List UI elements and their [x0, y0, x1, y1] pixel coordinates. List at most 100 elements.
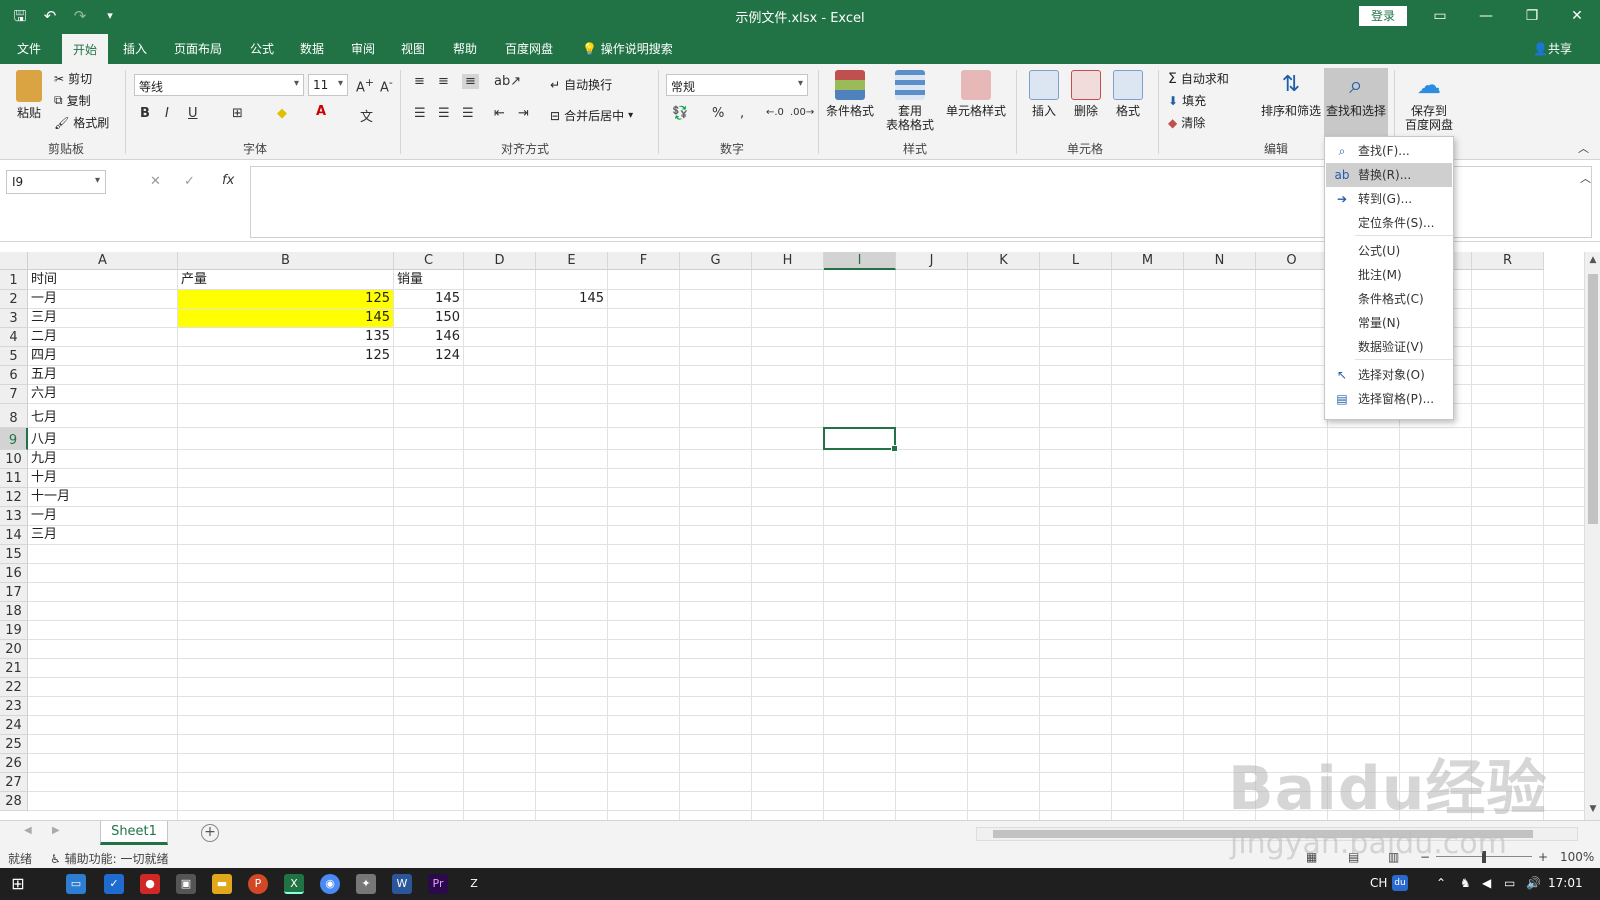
sort-filter-button[interactable]: ⇅ 排序和筛选: [1260, 70, 1322, 118]
merge-center-button[interactable]: ⊟ 合并后居中 ▾: [550, 107, 633, 124]
cell-styles-button[interactable]: 单元格样式: [940, 70, 1012, 118]
row-header-3[interactable]: 3: [0, 309, 28, 328]
font-name-combo[interactable]: 等线: [134, 74, 304, 96]
add-sheet-icon[interactable]: +: [201, 824, 219, 842]
row-header-25[interactable]: 25: [0, 735, 28, 754]
copy-button[interactable]: ⧉ 复制: [54, 92, 91, 109]
ime-indicator[interactable]: CH: [1370, 876, 1387, 890]
cell-B1[interactable]: 产量: [178, 271, 393, 289]
conditional-formatting-button[interactable]: 条件格式: [822, 70, 878, 118]
customize-qat-icon[interactable]: ▾: [100, 6, 120, 26]
bold-button[interactable]: B: [140, 106, 150, 121]
chrome-icon[interactable]: ◉: [320, 874, 340, 894]
cell-C3[interactable]: 150: [394, 309, 463, 327]
accessibility-status[interactable]: ♿ 辅助功能: 一切就绪: [50, 850, 168, 867]
excel-icon[interactable]: X: [284, 874, 304, 894]
cell-C2[interactable]: 145: [394, 290, 463, 308]
shrink-font-icon[interactable]: A-: [380, 76, 393, 95]
insert-cells-button[interactable]: 插入: [1026, 70, 1062, 118]
cell-A13[interactable]: 一月: [28, 507, 177, 525]
column-header-L[interactable]: L: [1040, 252, 1112, 270]
row-header-28[interactable]: 28: [0, 792, 28, 811]
cell-B4[interactable]: 135: [178, 328, 393, 346]
windows-start-icon[interactable]: ⊞: [8, 874, 28, 894]
row-header-24[interactable]: 24: [0, 716, 28, 735]
column-header-G[interactable]: G: [680, 252, 752, 270]
network-icon[interactable]: ▭: [1504, 876, 1515, 890]
row-header-8[interactable]: 8: [0, 404, 28, 428]
increase-decimal-icon[interactable]: ←.0: [766, 107, 784, 118]
restore-icon[interactable]: ❐: [1518, 4, 1546, 28]
row-header-5[interactable]: 5: [0, 347, 28, 366]
collapse-ribbon-icon[interactable]: ︿: [1578, 140, 1589, 156]
row-header-4[interactable]: 4: [0, 328, 28, 347]
column-header-D[interactable]: D: [464, 252, 536, 270]
align-left-icon[interactable]: ☰: [414, 106, 426, 121]
enter-icon[interactable]: ✓: [184, 174, 195, 189]
menu-item-8[interactable]: 常量(N): [1326, 311, 1452, 335]
format-as-table-button[interactable]: 套用 表格格式: [882, 70, 938, 132]
cell-C1[interactable]: 销量: [394, 271, 463, 289]
clock[interactable]: 17:01: [1548, 876, 1583, 890]
app-film-icon[interactable]: ▣: [176, 874, 196, 894]
tab-data[interactable]: 数据: [300, 40, 324, 57]
find-select-button[interactable]: ⌕ 查找和选择: [1324, 68, 1388, 140]
row-header-10[interactable]: 10: [0, 450, 28, 469]
cell-A11[interactable]: 十月: [28, 469, 177, 487]
zoom-in-icon[interactable]: +: [1538, 850, 1548, 864]
row-header-12[interactable]: 12: [0, 488, 28, 507]
cell-E2[interactable]: 145: [536, 290, 607, 308]
align-middle-icon[interactable]: ≡: [438, 74, 449, 89]
row-header-13[interactable]: 13: [0, 507, 28, 526]
cell-A7[interactable]: 六月: [28, 385, 177, 403]
column-header-H[interactable]: H: [752, 252, 824, 270]
tab-view[interactable]: 视图: [401, 40, 425, 57]
column-header-M[interactable]: M: [1112, 252, 1184, 270]
phonetic-icon[interactable]: 文: [360, 106, 373, 125]
cell-B2[interactable]: 125: [178, 290, 393, 308]
cell-A6[interactable]: 五月: [28, 366, 177, 384]
menu-item-2[interactable]: ab 替换(R)...: [1326, 163, 1452, 187]
wrap-text-button[interactable]: ↵ 自动换行: [550, 76, 612, 93]
cut-button[interactable]: ✂ 剪切: [54, 70, 92, 87]
volume-icon[interactable]: 🔊: [1526, 876, 1541, 890]
menu-item-1[interactable]: ⌕ 查找(F)...: [1326, 139, 1452, 163]
menu-item-10[interactable]: ↖ 选择对象(O): [1326, 363, 1452, 387]
select-all-corner[interactable]: [0, 252, 28, 270]
cell-B3[interactable]: 145: [178, 309, 393, 327]
name-box[interactable]: I9: [6, 170, 106, 194]
vertical-scrollbar[interactable]: ▲ ▼: [1584, 252, 1600, 820]
tab-help[interactable]: 帮助: [453, 40, 477, 57]
word-icon[interactable]: W: [392, 874, 412, 894]
next-sheet-icon[interactable]: ▶: [52, 825, 60, 836]
redo-icon[interactable]: ↷: [70, 6, 90, 26]
cell-C4[interactable]: 146: [394, 328, 463, 346]
menu-item-4[interactable]: 定位条件(S)...: [1326, 211, 1452, 235]
cell-A3[interactable]: 三月: [28, 309, 177, 327]
insert-function-button[interactable]: fx: [222, 173, 234, 188]
align-center-icon[interactable]: ☰: [438, 106, 450, 121]
percent-button[interactable]: %: [712, 106, 724, 121]
tab-file[interactable]: 文件: [17, 40, 41, 57]
scroll-down-icon[interactable]: ▼: [1585, 804, 1600, 814]
file-explorer-icon[interactable]: ▬: [212, 874, 232, 894]
row-header-19[interactable]: 19: [0, 621, 28, 640]
autosum-button[interactable]: Σ 自动求和: [1168, 70, 1229, 87]
menu-item-9[interactable]: 数据验证(V): [1326, 335, 1452, 359]
row-header-1[interactable]: 1: [0, 270, 28, 290]
column-header-C[interactable]: C: [394, 252, 464, 270]
row-header-11[interactable]: 11: [0, 469, 28, 488]
decrease-indent-icon[interactable]: ⇤: [494, 106, 505, 121]
powerpoint-icon[interactable]: P: [248, 874, 268, 894]
tray-app-icon[interactable]: ♞: [1460, 876, 1471, 890]
cell-A1[interactable]: 时间: [28, 271, 177, 289]
row-header-16[interactable]: 16: [0, 564, 28, 583]
clear-button[interactable]: ◆ 清除: [1168, 114, 1205, 131]
format-painter-button[interactable]: 🖌 格式刷: [54, 114, 109, 131]
row-header-6[interactable]: 6: [0, 366, 28, 385]
baidu-ime-icon[interactable]: du: [1392, 875, 1408, 891]
sheet-tab-sheet1[interactable]: Sheet1: [100, 821, 168, 845]
ribbon-display-icon[interactable]: ▭: [1426, 4, 1454, 28]
column-header-J[interactable]: J: [896, 252, 968, 270]
menu-item-11[interactable]: ▤ 选择窗格(P)...: [1326, 387, 1452, 411]
